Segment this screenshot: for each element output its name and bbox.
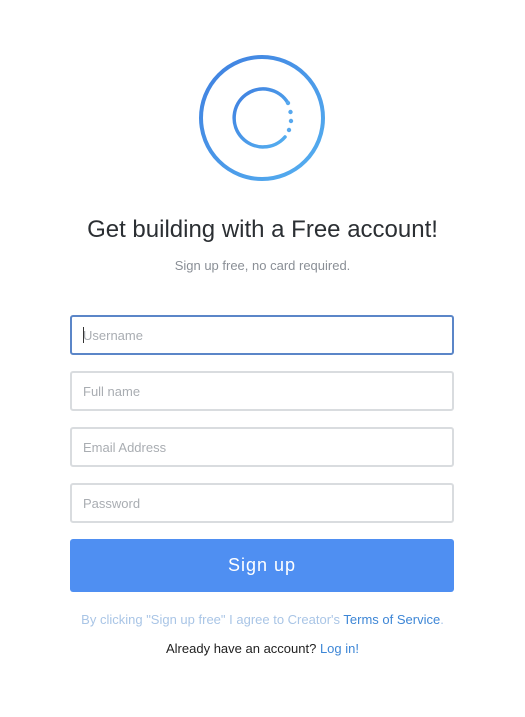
email-input[interactable] <box>70 427 454 467</box>
page-subtitle: Sign up free, no card required. <box>174 258 351 273</box>
creator-logo-icon <box>199 55 325 181</box>
login-link[interactable]: Log in! <box>320 641 359 656</box>
fullname-input[interactable] <box>70 371 454 411</box>
terms-suffix: . <box>440 612 444 627</box>
signup-page: Get building with a Free account! Sign u… <box>0 0 525 717</box>
terms-notice: By clicking "Sign up free" I agree to Cr… <box>0 612 525 627</box>
password-input[interactable] <box>70 483 454 523</box>
login-prompt: Already have an account? Log in! <box>0 641 525 656</box>
text-cursor <box>83 327 84 343</box>
username-input[interactable] <box>70 315 454 355</box>
terms-of-service-link[interactable]: Terms of Service <box>343 612 440 627</box>
page-title: Get building with a Free account! <box>87 216 438 243</box>
signup-button[interactable]: Sign up <box>70 539 454 592</box>
login-prefix: Already have an account? <box>166 641 320 656</box>
terms-prefix: By clicking "Sign up free" I agree to Cr… <box>81 612 344 627</box>
